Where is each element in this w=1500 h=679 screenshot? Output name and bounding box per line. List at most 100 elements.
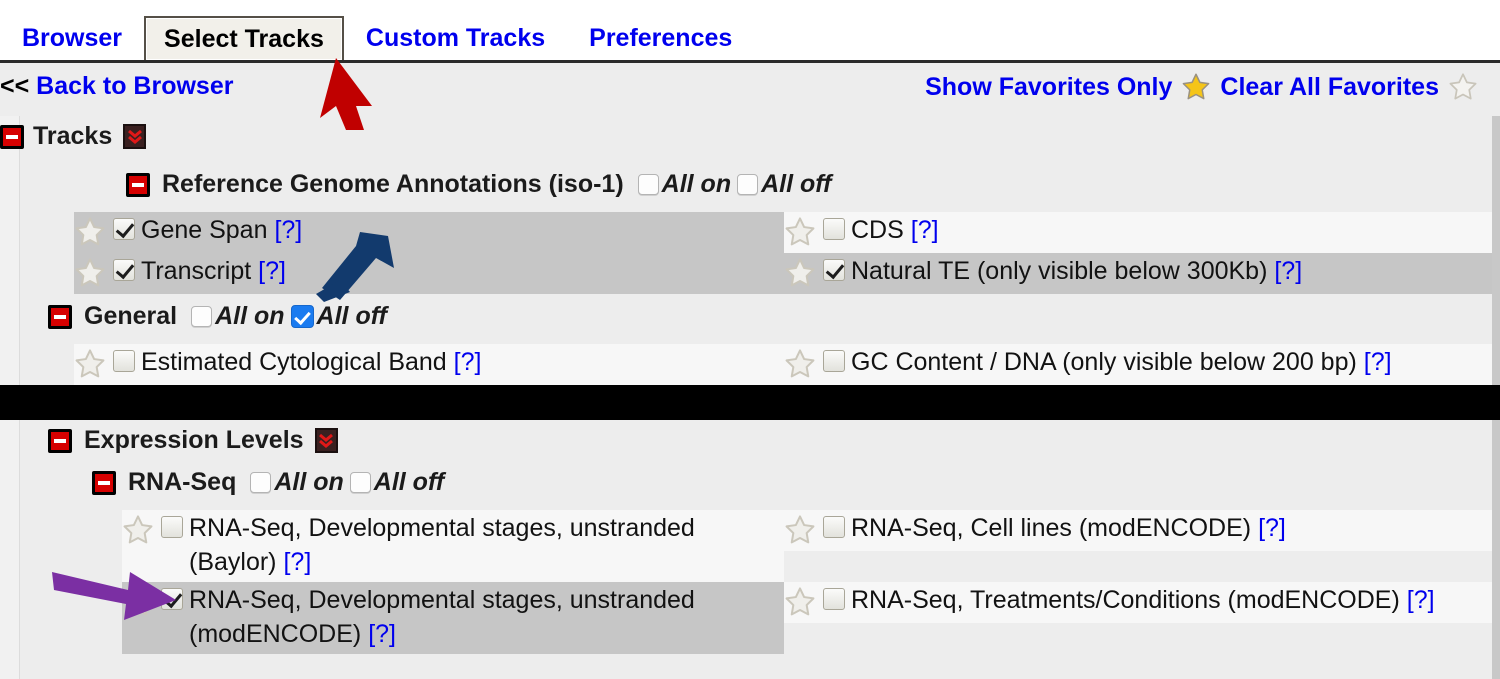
black-separator-band xyxy=(0,385,1500,420)
favorite-star-icon[interactable] xyxy=(122,586,154,618)
favorite-star-icon[interactable] xyxy=(74,257,106,289)
track-label-wrap: CDS [?] xyxy=(851,213,939,247)
track-checkbox[interactable] xyxy=(113,218,135,240)
track-help-link[interactable]: [?] xyxy=(1364,348,1392,376)
reference-all-off-label: All off xyxy=(761,170,832,198)
track-help-link[interactable]: [?] xyxy=(283,548,311,576)
tab-browser[interactable]: Browser xyxy=(0,16,144,60)
expression-group-header[interactable]: Expression Levels xyxy=(48,426,338,455)
general-all-off-checkbox[interactable] xyxy=(290,305,314,328)
back-to-browser-link[interactable]: << Back to Browser xyxy=(0,72,233,101)
track-row-pair: RNA-Seq, Developmental stages, unstrande… xyxy=(122,510,1492,582)
track-label: RNA-Seq, Developmental stages, unstrande… xyxy=(189,586,695,648)
track-checkbox[interactable] xyxy=(823,350,845,372)
tab-preferences[interactable]: Preferences xyxy=(567,16,754,60)
collapse-minus-icon[interactable] xyxy=(48,428,72,453)
track-row[interactable]: Natural TE (only visible below 300Kb) [?… xyxy=(784,253,1492,294)
track-help-link[interactable]: [?] xyxy=(1407,586,1435,614)
favorite-star-icon[interactable] xyxy=(784,348,816,380)
double-chevron-down-icon[interactable] xyxy=(314,428,338,453)
back-chevrons: << xyxy=(0,72,30,100)
track-checkbox[interactable] xyxy=(161,516,183,538)
rnaseq-all-off-checkbox[interactable] xyxy=(349,472,371,493)
track-row[interactable]: GC Content / DNA (only visible below 200… xyxy=(784,344,1492,385)
sub-header: << Back to Browser Show Favorites Only C… xyxy=(0,66,1500,116)
track-label: Gene Span xyxy=(141,216,268,244)
reference-all-on-label: All on xyxy=(661,170,732,198)
tracks-title: Tracks xyxy=(33,122,113,150)
collapse-minus-icon[interactable] xyxy=(126,172,150,197)
collapse-minus-icon[interactable] xyxy=(92,470,116,495)
track-row[interactable]: CDS [?] xyxy=(784,212,1492,253)
reference-group-header[interactable]: Reference Genome Annotations (iso-1) All… xyxy=(126,170,831,199)
rnaseq-all-on-toggle[interactable]: All on xyxy=(250,468,344,497)
favorite-star-icon[interactable] xyxy=(784,586,816,618)
general-group-title: General xyxy=(84,302,178,330)
reference-all-on-toggle[interactable]: All on xyxy=(637,170,732,199)
track-label: RNA-Seq, Treatments/Conditions (modENCOD… xyxy=(851,586,1400,614)
track-checkbox[interactable] xyxy=(161,588,183,610)
track-row[interactable]: Estimated Cytological Band [?] xyxy=(74,344,784,385)
track-row[interactable]: RNA-Seq, Treatments/Conditions (modENCOD… xyxy=(784,582,1492,623)
track-checkbox[interactable] xyxy=(823,588,845,610)
clear-all-favorites-link[interactable]: Clear All Favorites xyxy=(1220,73,1439,102)
track-checkbox[interactable] xyxy=(823,516,845,538)
general-all-off-toggle[interactable]: All off xyxy=(290,302,387,331)
back-to-browser-label: Back to Browser xyxy=(36,72,234,100)
track-label: Estimated Cytological Band xyxy=(141,348,447,376)
favorite-star-icon[interactable] xyxy=(784,257,816,289)
favorite-star-icon[interactable] xyxy=(122,514,154,546)
track-row[interactable]: RNA-Seq, Developmental stages, unstrande… xyxy=(122,582,784,654)
tab-custom-tracks[interactable]: Custom Tracks xyxy=(344,16,567,60)
track-help-link[interactable]: [?] xyxy=(258,257,286,285)
track-label: GC Content / DNA (only visible below 200… xyxy=(851,348,1357,376)
reference-all-off-toggle[interactable]: All off xyxy=(737,170,831,199)
track-row-pair: RNA-Seq, Developmental stages, unstrande… xyxy=(122,582,1492,654)
rnaseq-group-title: RNA-Seq xyxy=(128,468,237,496)
track-checkbox[interactable] xyxy=(113,259,135,281)
rnaseq-track-rows: RNA-Seq, Developmental stages, unstrande… xyxy=(122,510,1492,654)
expression-levels-panel: Expression Levels RNA-Seq All on All off xyxy=(0,420,1500,679)
track-row[interactable]: Transcript [?] xyxy=(74,253,784,294)
track-help-link[interactable]: [?] xyxy=(911,216,939,244)
track-checkbox[interactable] xyxy=(823,218,845,240)
star-filled-icon[interactable] xyxy=(1181,72,1211,102)
collapse-minus-icon[interactable] xyxy=(0,124,24,149)
track-checkbox[interactable] xyxy=(113,350,135,372)
track-help-link[interactable]: [?] xyxy=(454,348,482,376)
favorite-star-icon[interactable] xyxy=(784,216,816,248)
tab-select-tracks[interactable]: Select Tracks xyxy=(144,16,344,60)
double-chevron-down-icon[interactable] xyxy=(123,124,147,149)
track-label-wrap: Estimated Cytological Band [?] xyxy=(141,345,481,379)
general-all-on-label: All on xyxy=(215,302,285,330)
left-margin-strip xyxy=(0,116,20,385)
track-help-link[interactable]: [?] xyxy=(274,216,302,244)
general-all-off-label: All off xyxy=(316,302,387,330)
track-row[interactable]: RNA-Seq, Developmental stages, unstrande… xyxy=(122,510,784,582)
track-row[interactable]: Gene Span [?] xyxy=(74,212,784,253)
track-help-link[interactable]: [?] xyxy=(1274,257,1302,285)
right-edge-strip xyxy=(1492,116,1500,385)
collapse-minus-icon[interactable] xyxy=(48,304,72,329)
reference-all-off-checkbox[interactable] xyxy=(737,174,759,195)
tracks-group-header[interactable]: Tracks xyxy=(0,122,147,151)
reference-all-on-checkbox[interactable] xyxy=(637,174,659,195)
track-help-link[interactable]: [?] xyxy=(368,620,396,648)
favorite-star-icon[interactable] xyxy=(74,348,106,380)
favorite-star-icon[interactable] xyxy=(784,514,816,546)
track-label: RNA-Seq, Cell lines (modENCODE) xyxy=(851,514,1252,542)
star-outline-icon[interactable] xyxy=(1448,72,1478,102)
rnaseq-all-on-checkbox[interactable] xyxy=(250,472,272,493)
rnaseq-group-header[interactable]: RNA-Seq All on All off xyxy=(92,468,444,497)
general-all-on-checkbox[interactable] xyxy=(191,306,213,327)
favorite-star-icon[interactable] xyxy=(74,216,106,248)
reference-track-rows: Gene Span [?] CDS [?] Transcript [?] Natura… xyxy=(74,212,1492,294)
show-favorites-only-link[interactable]: Show Favorites Only xyxy=(925,73,1172,102)
rnaseq-all-off-toggle[interactable]: All off xyxy=(349,468,444,497)
general-group-header[interactable]: General All on All off xyxy=(48,302,387,331)
track-row[interactable]: RNA-Seq, Cell lines (modENCODE) [?] xyxy=(784,510,1492,551)
track-label-wrap: RNA-Seq, Developmental stages, unstrande… xyxy=(189,583,784,651)
general-all-on-toggle[interactable]: All on xyxy=(191,302,285,331)
track-help-link[interactable]: [?] xyxy=(1258,514,1286,542)
track-checkbox[interactable] xyxy=(823,259,845,281)
